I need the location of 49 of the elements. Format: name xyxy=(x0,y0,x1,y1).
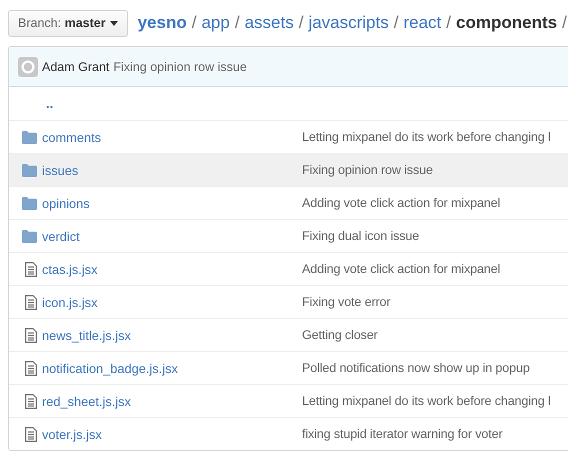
file-icon xyxy=(25,360,37,376)
file-name-link[interactable]: red_sheet.js.jsx xyxy=(42,394,302,408)
file-name-link[interactable]: notification_badge.js.jsx xyxy=(42,360,302,376)
file-name-link[interactable]: voter.js.jsx xyxy=(42,426,302,442)
file-icon xyxy=(25,262,37,276)
commit-message[interactable]: Letting mixpanel do its work before changing l xyxy=(302,394,551,408)
folder-icon xyxy=(22,164,37,176)
parent-directory-link[interactable]: .. xyxy=(46,96,54,111)
commit-message[interactable]: Fixing opinion row issue xyxy=(302,163,433,177)
commit-message[interactable]: Polled notifications now show up in popup xyxy=(302,361,530,375)
file-icon xyxy=(25,426,37,442)
file-name-link[interactable]: opinions xyxy=(42,196,302,210)
file-name-link[interactable]: icon.js.jsx xyxy=(42,294,302,310)
file-icon xyxy=(25,328,37,342)
caret-icon xyxy=(110,20,118,26)
current-folder-name: components xyxy=(456,13,558,33)
breadcrumb-link[interactable]: app xyxy=(201,13,230,33)
folder-icon xyxy=(22,130,37,144)
folder-icon xyxy=(22,196,37,210)
avatar-icon xyxy=(18,56,38,76)
folder-icon xyxy=(22,230,37,242)
path-separator: / xyxy=(192,13,196,33)
path-separator: / xyxy=(234,13,240,33)
path-separator: / xyxy=(562,13,567,33)
path-separator: / xyxy=(298,13,304,33)
commit-message[interactable]: Adding vote click action for mixpanel xyxy=(302,196,500,210)
commit-message[interactable]: Adding vote click action for mixpanel xyxy=(302,262,500,276)
file-row[interactable]: issues Fixing opinion row issue xyxy=(9,154,568,187)
file-icon xyxy=(25,394,37,408)
commit-message[interactable]: Getting closer xyxy=(302,328,378,342)
path-separator: / xyxy=(446,13,452,33)
commit-author[interactable]: Adam Grant xyxy=(42,60,110,74)
file-name-link[interactable]: news_title.js.jsx xyxy=(42,328,302,342)
commit-message[interactable]: fixing stupid iterator warning for voter xyxy=(302,427,502,441)
commit-message[interactable]: Fixing vote error xyxy=(302,295,390,309)
breadcrumb-link[interactable]: assets xyxy=(244,13,294,33)
commit-message[interactable]: Fixing opinion row issue xyxy=(113,60,247,74)
breadcrumb-link[interactable]: react xyxy=(403,13,442,33)
file-name-link[interactable]: verdict xyxy=(42,228,302,244)
file-name-link[interactable]: ctas.js.jsx xyxy=(42,262,302,276)
branch-button[interactable]: Branch: master xyxy=(8,10,128,36)
commit-message[interactable]: Fixing dual icon issue xyxy=(302,229,420,243)
file-name-link[interactable]: comments xyxy=(42,130,302,144)
breadcrumb-link[interactable]: yesno xyxy=(138,13,187,33)
file-icon xyxy=(25,294,37,310)
path-separator: / xyxy=(394,13,398,33)
commit-message[interactable]: Letting mixpanel do its work before changing l xyxy=(302,130,551,144)
file-name-link[interactable]: issues xyxy=(42,162,302,178)
breadcrumb-link[interactable]: javascripts xyxy=(308,13,389,33)
